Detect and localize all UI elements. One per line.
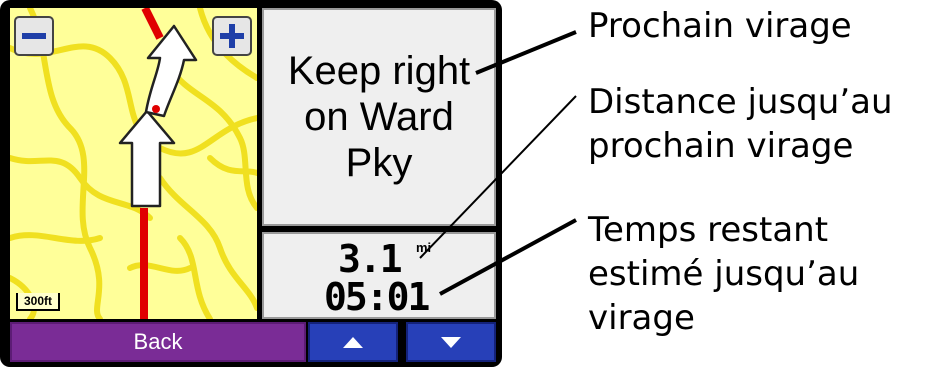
callout-time-line3: virage [588,298,695,338]
callout-distance-line2: prochain virage [588,126,854,166]
callout-distance: Distance jusqu’au prochain virage [588,80,893,168]
callout-time-line2: estimé jusqu’au [588,254,860,294]
callout-line-next-turn [475,30,577,75]
callout-next-turn: Prochain virage [588,4,852,48]
callout-distance-line1: Distance jusqu’au [588,82,893,122]
callout-time: Temps restant estimé jusqu’au virage [588,208,859,340]
callout-time-line1: Temps restant [588,210,829,250]
callout-next-turn-text: Prochain virage [588,6,852,46]
callout-line-time [439,218,577,296]
